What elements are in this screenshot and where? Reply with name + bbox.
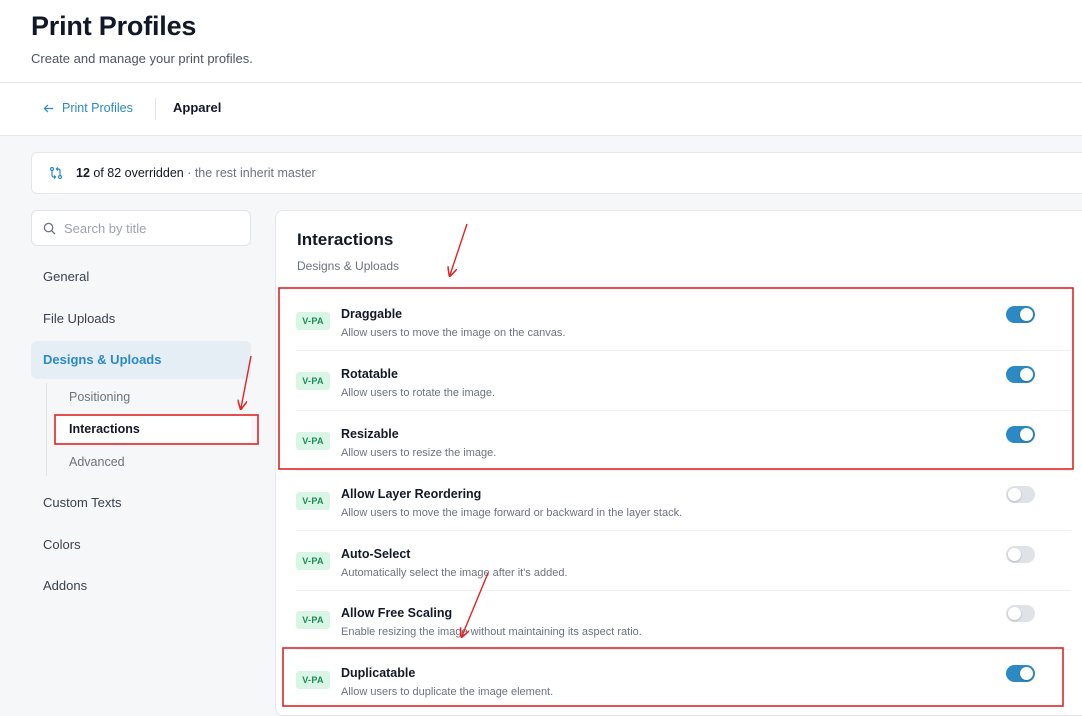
version-badge: V-PA [296,372,330,390]
toggle-knob [1008,607,1021,620]
setting-name: Draggable [341,307,403,321]
sidebar-subitem-advanced[interactable]: Advanced [55,449,251,475]
setting-description: Allow users to resize the image. [341,447,497,459]
sidebar-item-general[interactable]: General [31,258,251,296]
version-badge: V-PA [296,312,330,330]
setting-description: Enable resizing the image without mainta… [341,626,642,638]
sidebar-item-file-uploads[interactable]: File Uploads [31,300,251,338]
setting-name: Duplicatable [341,666,416,680]
git-compare-icon [49,166,63,180]
toggle-knob [1020,428,1033,441]
version-badge: V-PA [296,432,330,450]
sidebar-item-custom-texts[interactable]: Custom Texts [31,484,251,522]
setting-name: Allow Layer Reordering [341,487,482,501]
interactions-panel: Interactions Designs & Uploads V-PA Drag… [275,210,1082,716]
toggle-knob [1008,488,1021,501]
toggle-knob [1020,368,1033,381]
setting-description: Automatically select the image after it'… [341,567,568,579]
setting-row-duplicatable: V-PA Duplicatable Allow users to duplica… [296,650,1071,710]
setting-row-auto-select: V-PA Auto-Select Automatically select th… [296,531,1071,591]
setting-row-rotatable: V-PA Rotatable Allow users to rotate the… [296,351,1071,411]
setting-name: Rotatable [341,367,398,381]
setting-name: Allow Free Scaling [341,606,453,620]
version-badge: V-PA [296,671,330,689]
setting-row-draggable: V-PA Draggable Allow users to move the i… [296,291,1071,351]
panel-title: Interactions [297,230,394,249]
search-input[interactable] [64,219,244,237]
toggle-knob [1020,667,1033,680]
page-header: Print Profiles Create and manage your pr… [0,0,1082,83]
override-summary: 12 of 82 overridden · the rest inherit m… [76,166,316,180]
sidebar-subitem-interactions[interactable]: Interactions [55,416,251,442]
setting-description: Allow users to move the image on the can… [341,327,566,339]
setting-description: Allow users to move the image forward or… [341,507,683,519]
sidebar-item-addons[interactable]: Addons [31,567,251,605]
setting-row-allow-free-scaling: V-PA Allow Free Scaling Enable resizing … [296,590,1071,650]
search-field[interactable] [31,210,251,246]
breadcrumb-current: Apparel [173,100,222,115]
setting-row-resizable: V-PA Resizable Allow users to resize the… [296,411,1071,471]
setting-description: Allow users to duplicate the image eleme… [341,686,554,698]
search-icon [43,222,56,235]
sidebar-subitem-positioning[interactable]: Positioning [55,384,251,410]
resizable-toggle[interactable] [1006,426,1035,443]
override-status-bar: 12 of 82 overridden · the rest inherit m… [31,152,1082,194]
override-note: · the rest inherit master [183,166,316,180]
override-total: of 82 overridden [89,166,184,180]
auto-select-toggle[interactable] [1006,546,1035,563]
version-badge: V-PA [296,492,330,510]
setting-name: Resizable [341,427,399,441]
allow-layer-reordering-toggle[interactable] [1006,486,1035,503]
override-count: 12 [76,166,90,180]
allow-free-scaling-toggle[interactable] [1006,605,1035,622]
breadcrumb: Print Profiles Apparel [0,83,1082,136]
setting-name: Auto-Select [341,547,411,561]
sidebar-item-designs-uploads[interactable]: Designs & Uploads [31,341,251,379]
toggle-knob [1020,308,1033,321]
page-subtitle: Create and manage your print profiles. [31,51,253,66]
duplicatable-toggle[interactable] [1006,665,1035,682]
back-link-label: Print Profiles [62,101,133,115]
toggle-knob [1008,548,1021,561]
version-badge: V-PA [296,611,330,629]
panel-subtitle: Designs & Uploads [297,259,400,273]
version-badge: V-PA [296,552,330,570]
page-title: Print Profiles [31,11,197,41]
draggable-toggle[interactable] [1006,306,1035,323]
breadcrumb-divider [155,98,156,120]
arrow-left-icon [43,104,54,112]
sidebar-item-colors[interactable]: Colors [31,526,251,564]
setting-row-allow-layer-reordering: V-PA Allow Layer Reordering Allow users … [296,471,1071,531]
setting-description: Allow users to rotate the image. [341,387,496,399]
back-to-print-profiles-link[interactable]: Print Profiles [43,101,133,115]
submenu-rail [46,383,47,476]
rotatable-toggle[interactable] [1006,366,1035,383]
